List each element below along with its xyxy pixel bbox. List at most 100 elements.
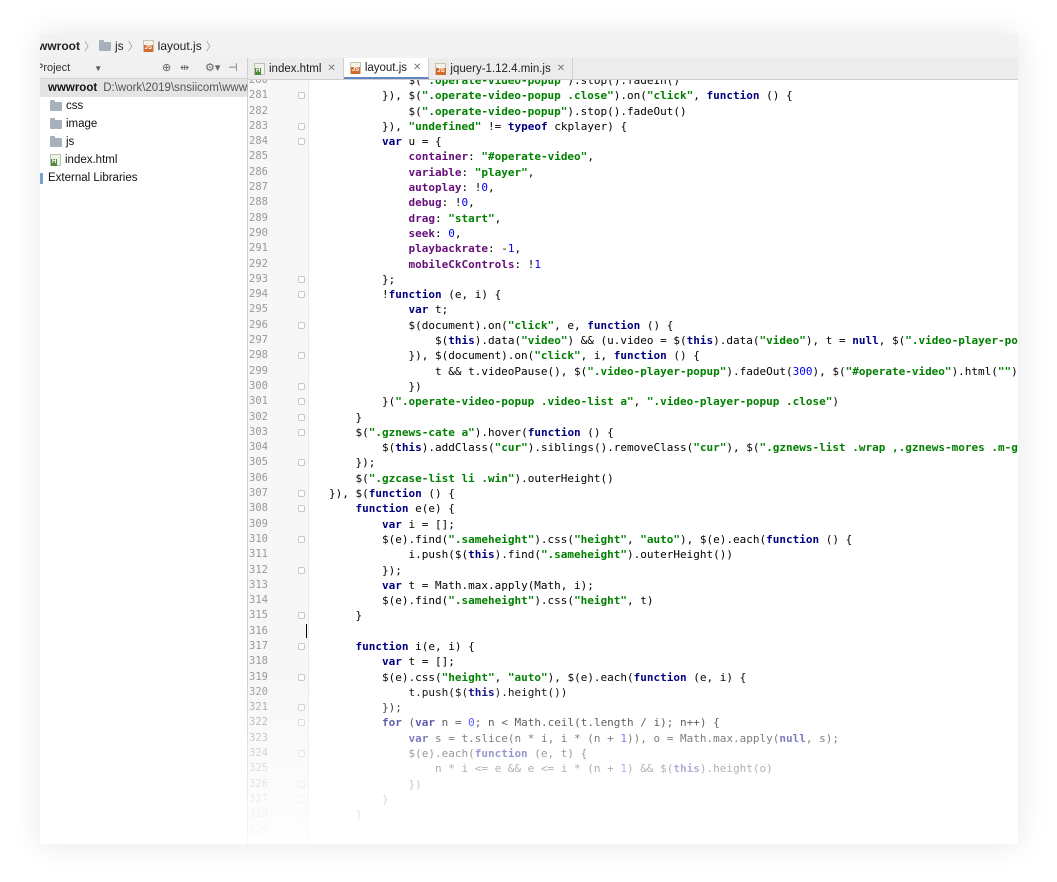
fold-marker-icon[interactable] (298, 704, 305, 712)
tree-item-external-libraries[interactable]: External Libraries (40, 169, 247, 187)
code-line[interactable]: 310 $(e).find(".sameheight").css("height… (248, 532, 1018, 547)
fold-marker-icon[interactable] (298, 535, 305, 543)
code-line[interactable]: 314 $(e).find(".sameheight").css("height… (248, 593, 1018, 608)
fold-marker-icon[interactable] (298, 750, 305, 758)
fold-marker-icon[interactable] (298, 428, 305, 436)
fold-marker-icon[interactable] (298, 780, 305, 788)
close-icon[interactable]: ✕ (327, 63, 335, 74)
code-line[interactable]: 288 debug: !0, (248, 195, 1018, 210)
code-line[interactable]: 282 $(".operate-video-popup").stop().fad… (248, 104, 1018, 119)
code-line[interactable]: 324 $(e).each(function (e, t) { (248, 746, 1018, 761)
code-line[interactable]: 329 (248, 823, 1018, 838)
code-line[interactable]: 285 container: "#operate-video", (248, 149, 1018, 164)
tab-layout-js[interactable]: layout.js ✕ (343, 58, 430, 79)
tree-item-image[interactable]: image (40, 115, 247, 133)
tree-item-css[interactable]: css (40, 97, 247, 115)
code-line[interactable]: 307}), $(function () { (248, 486, 1018, 501)
code-line[interactable]: 321 }); (248, 700, 1018, 715)
code-text: autoplay: !0, (408, 181, 495, 195)
code-line[interactable]: 328 } (248, 807, 1018, 822)
code-text: }) (329, 379, 422, 393)
code-line[interactable]: 325 n * i <= e && e <= i * (n + 1) && $(… (248, 761, 1018, 776)
code-line[interactable]: 303 $(".gznews-cate a").hover(function (… (248, 425, 1018, 440)
fold-marker-icon[interactable] (298, 352, 305, 360)
fold-marker-icon[interactable] (298, 673, 305, 681)
tree-item-js[interactable]: js (40, 133, 247, 151)
target-icon[interactable]: ⊕ (162, 61, 171, 74)
code-line[interactable]: 317 function i(e, i) { (248, 639, 1018, 654)
code-editor[interactable]: 280 $(".operate-video-popup").stop().fad… (248, 80, 1018, 844)
code-line[interactable]: 308 function e(e) { (248, 501, 1018, 516)
code-line[interactable]: 319 $(e).css("height", "auto"), $(e).eac… (248, 670, 1018, 685)
fold-marker-icon[interactable] (298, 92, 305, 100)
code-line[interactable]: 311 i.push($(this).find(".sameheight").o… (248, 547, 1018, 562)
fold-marker-icon[interactable] (298, 505, 305, 513)
code-line[interactable]: 299 t && t.videoPause(), $(".video-playe… (248, 364, 1018, 379)
fold-marker-icon[interactable] (298, 642, 305, 650)
code-line[interactable]: 298 }), $(document).on("click", i, funct… (248, 348, 1018, 363)
code-line[interactable]: 286 variable: "player", (248, 165, 1018, 180)
code-line[interactable]: 327 } (248, 792, 1018, 807)
tab-index-html[interactable]: index.html ✕ (248, 58, 344, 79)
code-line[interactable]: 318 var t = []; (248, 654, 1018, 669)
code-line[interactable]: 301 }(".operate-video-popup .video-list … (248, 394, 1018, 409)
code-line[interactable]: 287 autoplay: !0, (248, 180, 1018, 195)
tree-item-root[interactable]: wwwroot D:\work\2019\snsiicom\wwwroot (40, 79, 267, 97)
gear-icon[interactable]: ⚙▾ (205, 61, 220, 74)
code-line[interactable]: 289 drag: "start", (248, 211, 1018, 226)
breadcrumb-item-file[interactable]: layout.js 〉 (142, 34, 221, 58)
hide-panel-icon[interactable]: ⊣ (228, 61, 238, 74)
fold-marker-icon[interactable] (298, 291, 305, 299)
collapse-icon[interactable]: ⇹ (180, 61, 189, 74)
fold-marker-icon[interactable] (298, 321, 305, 329)
code-line[interactable]: 295 var t; (248, 302, 1018, 317)
tree-item-index-html[interactable]: index.html (40, 151, 247, 169)
code-line[interactable]: 300 }) (248, 379, 1018, 394)
code-line[interactable]: 302 } (248, 410, 1018, 425)
fold-marker-icon[interactable] (298, 122, 305, 130)
chevron-down-icon[interactable]: ▼ (94, 64, 102, 73)
code-line[interactable]: 294 !function (e, i) { (248, 287, 1018, 302)
fold-marker-icon[interactable] (298, 413, 305, 421)
close-icon[interactable]: ✕ (413, 62, 421, 73)
fold-marker-icon[interactable] (298, 719, 305, 727)
code-line[interactable]: 280 $(".operate-video-popup").stop().fad… (248, 80, 1018, 88)
code-line[interactable]: 306 $(".gzcase-list li .win").outerHeigh… (248, 471, 1018, 486)
fold-marker-icon[interactable] (298, 795, 305, 803)
code-line[interactable]: 292 mobileCkControls: !1 (248, 257, 1018, 272)
code-line[interactable]: 281 }), $(".operate-video-popup .close")… (248, 88, 1018, 103)
code-line[interactable]: 305 }); (248, 455, 1018, 470)
code-line[interactable]: 290 seek: 0, (248, 226, 1018, 241)
tab-jquery-min-js[interactable]: jquery-1.12.4.min.js ✕ (429, 58, 574, 79)
code-line[interactable]: 291 playbackrate: -1, (248, 241, 1018, 256)
project-view-selector[interactable]: Project (40, 62, 70, 74)
fold-marker-icon[interactable] (298, 612, 305, 620)
code-line[interactable]: 316 (248, 623, 1018, 639)
fold-marker-icon[interactable] (298, 138, 305, 146)
code-line[interactable]: 315 } (248, 608, 1018, 623)
close-icon[interactable]: ✕ (557, 63, 565, 74)
code-line[interactable]: 284 var u = { (248, 134, 1018, 149)
code-line[interactable]: 323 var s = t.slice(n * i, i * (n + 1)),… (248, 731, 1018, 746)
breadcrumb-item-root[interactable]: wwroot 〉 (40, 34, 99, 58)
fold-marker-icon[interactable] (298, 566, 305, 574)
code-line[interactable]: 297 $(this).data("video") && (u.video = … (248, 333, 1018, 348)
fold-marker-icon[interactable] (298, 382, 305, 390)
fold-marker-icon[interactable] (298, 811, 305, 819)
fold-marker-icon[interactable] (298, 275, 305, 283)
breadcrumb-item-js[interactable]: js 〉 (99, 34, 143, 58)
fold-marker-icon[interactable] (298, 459, 305, 467)
fold-marker-icon[interactable] (298, 398, 305, 406)
code-line[interactable]: 283 }), "undefined" != typeof ckplayer) … (248, 119, 1018, 134)
code-line[interactable]: 296 $(document).on("click", e, function … (248, 318, 1018, 333)
code-line[interactable]: 293 }; (248, 272, 1018, 287)
code-line[interactable]: 312 }); (248, 563, 1018, 578)
code-line[interactable]: 304 $(this).addClass("cur").siblings().r… (248, 440, 1018, 455)
code-line[interactable]: 322 for (var n = 0; n < Math.ceil(t.leng… (248, 715, 1018, 730)
code-line[interactable]: 326 }) (248, 777, 1018, 792)
code-line[interactable]: 309 var i = []; (248, 517, 1018, 532)
code-text: }) (329, 777, 422, 791)
code-line[interactable]: 320 t.push($(this).height()) (248, 685, 1018, 700)
code-line[interactable]: 313 var t = Math.max.apply(Math, i); (248, 578, 1018, 593)
fold-marker-icon[interactable] (298, 490, 305, 498)
